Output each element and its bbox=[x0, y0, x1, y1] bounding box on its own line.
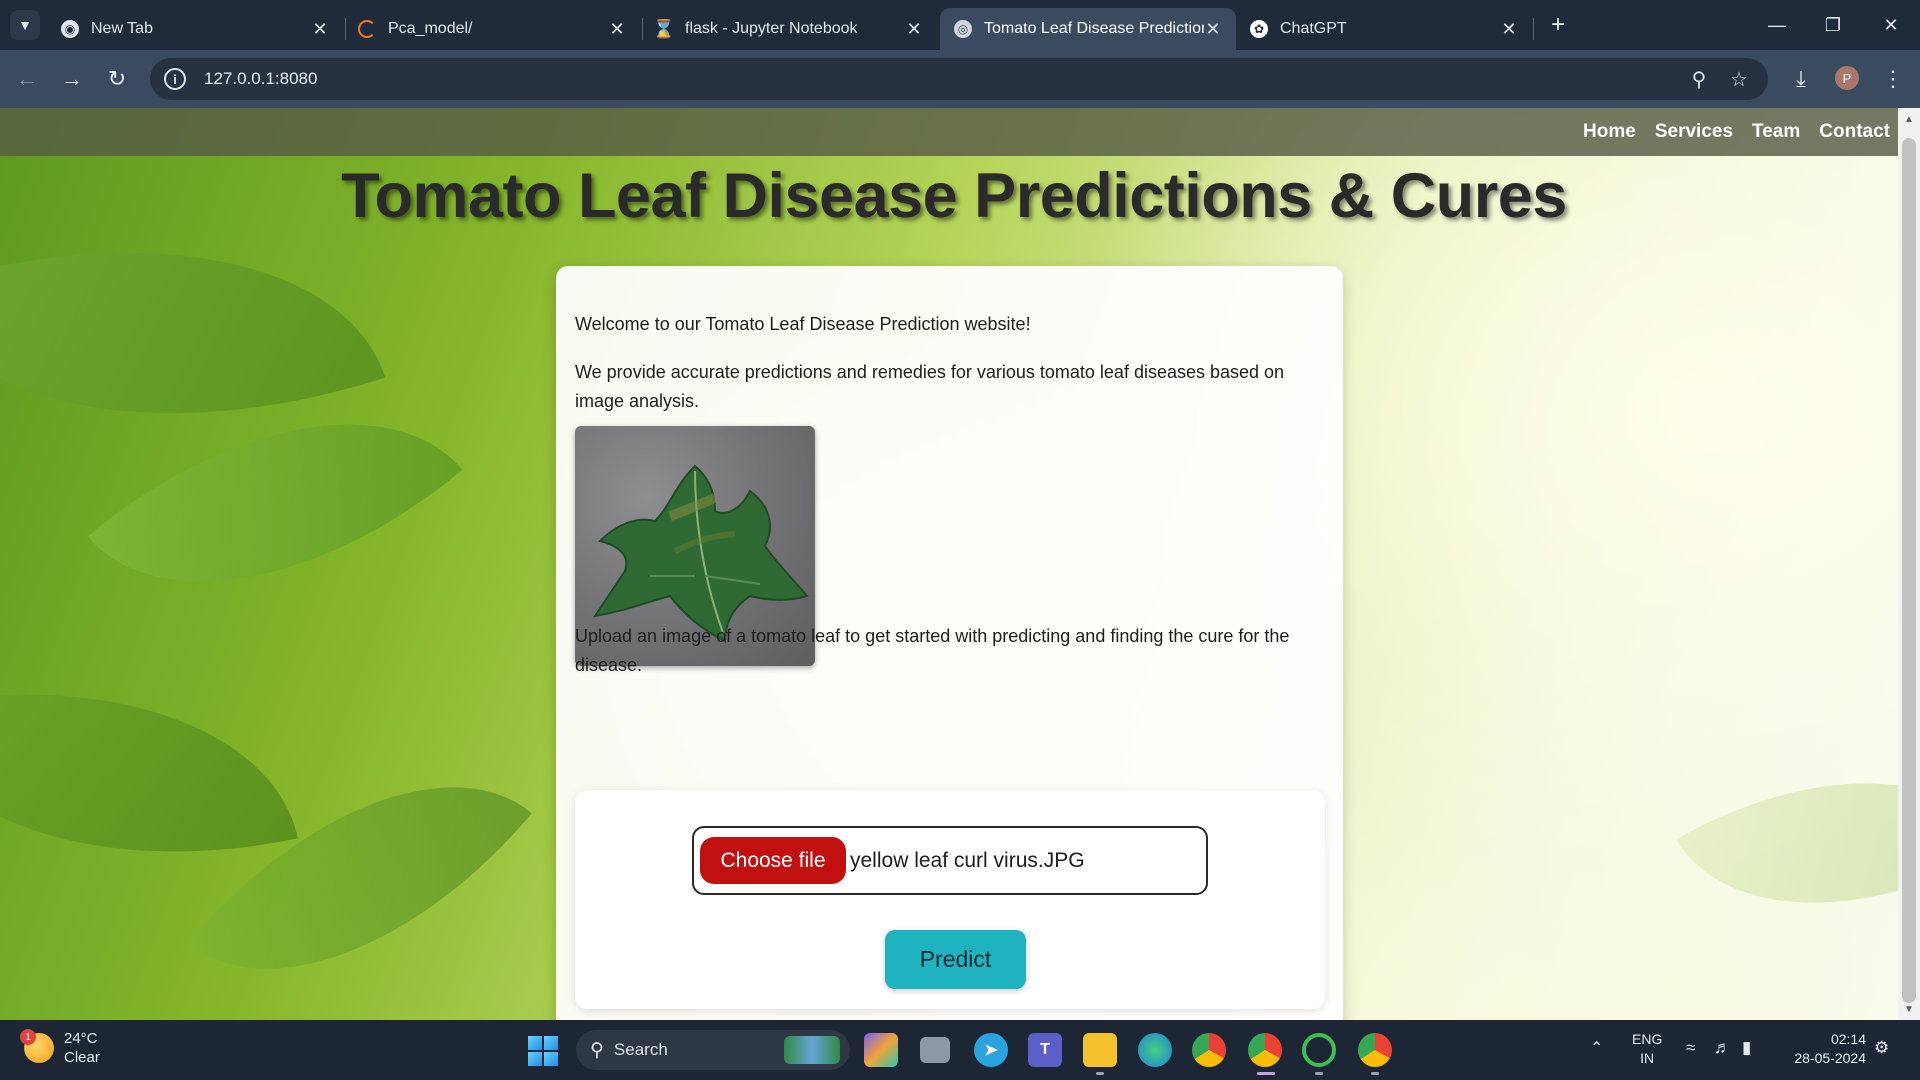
weather-moon-icon: 1 bbox=[20, 1029, 54, 1063]
file-input[interactable]: Choose file yellow leaf curl virus.JPG bbox=[692, 826, 1208, 895]
jupyter-icon bbox=[358, 20, 376, 38]
scroll-down-arrow-icon[interactable]: ▼ bbox=[1898, 1000, 1920, 1018]
search-icon: ⚲ bbox=[590, 1039, 604, 1061]
predict-button[interactable]: Predict bbox=[885, 930, 1026, 989]
globe-icon: ◎ bbox=[954, 20, 972, 38]
battery-icon[interactable]: ▮ bbox=[1742, 1038, 1751, 1058]
telegram-icon[interactable]: ➤ bbox=[974, 1033, 1008, 1067]
copilot-icon[interactable] bbox=[864, 1033, 898, 1067]
profile-avatar[interactable]: P bbox=[1835, 66, 1859, 90]
notification-bell-icon[interactable]: ⚙ bbox=[1874, 1038, 1889, 1058]
url-text: 127.0.0.1:8080 bbox=[204, 69, 318, 88]
tab-title: Pca_model/ bbox=[388, 20, 473, 37]
weather-condition: Clear bbox=[64, 1049, 100, 1066]
download-icon[interactable]: ⤓ bbox=[1784, 62, 1818, 96]
address-bar[interactable]: i 127.0.0.1:8080 ⚲ ☆ bbox=[150, 58, 1768, 100]
tab-pca-model[interactable]: Pca_model/ ✕ bbox=[344, 8, 640, 50]
background-leaf-image bbox=[188, 697, 532, 1020]
tab-new-tab[interactable]: ◉ New Tab ✕ bbox=[47, 8, 343, 50]
choose-file-button[interactable]: Choose file bbox=[700, 837, 846, 884]
task-view-icon[interactable] bbox=[920, 1037, 950, 1063]
browser-tab-strip: ▼ ◉ New Tab ✕ Pca_model/ ✕ ⌛ flask - Jup… bbox=[0, 0, 1920, 50]
page-viewport: Home Services Team Contact Tomato Leaf D… bbox=[0, 108, 1898, 1020]
background-leaf-image bbox=[0, 632, 298, 914]
upload-prompt-text: Upload an image of a tomato leaf to get … bbox=[575, 626, 1290, 675]
kebab-menu-icon[interactable]: ⋮ bbox=[1876, 62, 1910, 96]
browser-toolbar: ← → ↻ i 127.0.0.1:8080 ⚲ ☆ ⤓ ⋮ bbox=[0, 50, 1920, 108]
bookmark-star-icon[interactable]: ☆ bbox=[1726, 66, 1752, 92]
upload-form: Choose file yellow leaf curl virus.JPG P… bbox=[575, 790, 1325, 1009]
content-card: Welcome to our Tomato Leaf Disease Predi… bbox=[556, 266, 1343, 1020]
tray-chevron-up-icon[interactable]: ⌃ bbox=[1590, 1038, 1603, 1058]
windows-taskbar: 1 24°C Clear ⚲ Search ➤ T ⌃ ENG IN ≈ ♬ ▮… bbox=[0, 1020, 1920, 1080]
running-indicator bbox=[1315, 1072, 1323, 1075]
selected-file-name: yellow leaf curl virus.JPG bbox=[850, 848, 1085, 872]
teams-icon[interactable]: T bbox=[1028, 1033, 1062, 1067]
chrome-profile-icon[interactable] bbox=[1248, 1033, 1282, 1067]
file-explorer-icon[interactable] bbox=[1083, 1033, 1117, 1067]
tab-chatgpt[interactable]: ✿ ChatGPT ✕ bbox=[1236, 8, 1532, 50]
tab-tomato-leaf[interactable]: ◎ Tomato Leaf Disease Prediction ✕ bbox=[940, 8, 1236, 50]
tab-divider bbox=[1533, 18, 1534, 40]
welcome-text: Welcome to our Tomato Leaf Disease Predi… bbox=[575, 314, 1031, 334]
active-indicator bbox=[1257, 1072, 1275, 1075]
tab-title: ChatGPT bbox=[1280, 20, 1347, 37]
background-leaf-image bbox=[1676, 699, 1898, 987]
close-tab-icon[interactable]: ✕ bbox=[905, 19, 923, 40]
taskbar-search[interactable]: ⚲ Search bbox=[576, 1030, 850, 1070]
tab-search-chevron-icon[interactable]: ▼ bbox=[10, 10, 40, 40]
restore-icon[interactable]: ❐ bbox=[1810, 6, 1856, 44]
chrome-icon: ◉ bbox=[61, 20, 79, 38]
site-info-icon[interactable]: i bbox=[164, 68, 186, 90]
page-title: Tomato Leaf Disease Predictions & Cures bbox=[341, 161, 1567, 231]
scroll-up-arrow-icon[interactable]: ▲ bbox=[1898, 110, 1920, 128]
clock-date: 28-05-2024 bbox=[1794, 1050, 1866, 1066]
reload-icon[interactable]: ↻ bbox=[100, 62, 134, 96]
tab-title: New Tab bbox=[91, 20, 153, 37]
windows-start-icon[interactable] bbox=[528, 1036, 558, 1066]
close-tab-icon[interactable]: ✕ bbox=[1204, 19, 1222, 40]
running-indicator bbox=[1096, 1072, 1104, 1075]
close-tab-icon[interactable]: ✕ bbox=[608, 19, 626, 40]
region-code: IN bbox=[1640, 1050, 1655, 1066]
volume-icon[interactable]: ♬ bbox=[1714, 1038, 1731, 1058]
clock-time: 02:14 bbox=[1830, 1031, 1866, 1047]
intro-text: We provide accurate predictions and reme… bbox=[575, 362, 1285, 411]
tab-title: Tomato Leaf Disease Prediction bbox=[984, 20, 1204, 37]
new-tab-plus-icon[interactable]: + bbox=[1543, 10, 1573, 40]
window-close-icon[interactable]: ✕ bbox=[1868, 6, 1914, 44]
language-indicator[interactable]: ENG IN bbox=[1632, 1030, 1662, 1068]
weather-widget[interactable]: 1 24°C Clear bbox=[20, 1029, 100, 1067]
zoom-magnifier-icon[interactable]: ⚲ bbox=[1686, 66, 1712, 92]
close-tab-icon[interactable]: ✕ bbox=[1500, 19, 1518, 40]
minimize-icon[interactable]: — bbox=[1754, 6, 1800, 44]
nav-link-team[interactable]: Team bbox=[1752, 121, 1800, 143]
hourglass-icon: ⌛ bbox=[652, 18, 676, 39]
nav-link-home[interactable]: Home bbox=[1583, 121, 1636, 143]
system-clock[interactable]: 02:14 28-05-2024 bbox=[1782, 1030, 1866, 1068]
chatgpt-icon: ✿ bbox=[1250, 20, 1268, 38]
back-arrow-icon[interactable]: ← bbox=[10, 62, 44, 96]
site-navbar: Home Services Team Contact bbox=[0, 108, 1898, 156]
weather-temperature: 24°C bbox=[64, 1030, 98, 1047]
chrome-icon[interactable] bbox=[1192, 1033, 1226, 1067]
running-indicator bbox=[1371, 1072, 1379, 1075]
edge-icon[interactable] bbox=[1138, 1033, 1172, 1067]
scroll-thumb[interactable] bbox=[1902, 138, 1916, 1003]
nav-link-services[interactable]: Services bbox=[1655, 121, 1733, 143]
wifi-icon[interactable]: ≈ bbox=[1686, 1038, 1695, 1058]
page-scrollbar[interactable]: ▲ ▼ bbox=[1898, 108, 1920, 1020]
search-highlight-image bbox=[784, 1036, 840, 1064]
notification-badge: 1 bbox=[20, 1029, 36, 1045]
forward-arrow-icon[interactable]: → bbox=[55, 62, 89, 96]
chrome-profile-icon[interactable] bbox=[1358, 1033, 1392, 1067]
loading-app-icon[interactable] bbox=[1302, 1033, 1336, 1067]
language-code: ENG bbox=[1632, 1031, 1663, 1047]
tab-title: flask - Jupyter Notebook bbox=[685, 20, 858, 37]
close-tab-icon[interactable]: ✕ bbox=[311, 19, 329, 40]
nav-link-contact[interactable]: Contact bbox=[1819, 121, 1890, 143]
search-placeholder: Search bbox=[613, 1040, 668, 1059]
tab-flask-notebook[interactable]: ⌛ flask - Jupyter Notebook ✕ bbox=[641, 8, 937, 50]
